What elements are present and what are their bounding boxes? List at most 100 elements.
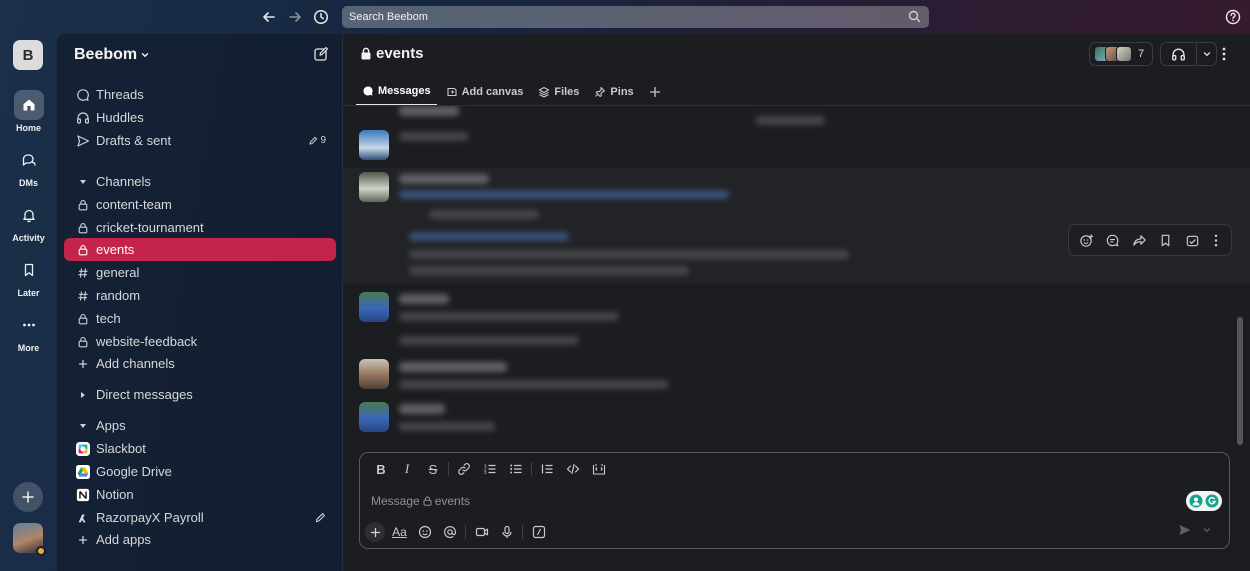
rail-item-later[interactable]: Later [0, 255, 57, 298]
blurred-link [409, 232, 569, 241]
history-clock-icon[interactable] [312, 8, 330, 26]
blurred-text [409, 266, 689, 275]
attach-plus-icon[interactable] [365, 522, 385, 542]
lock-icon [423, 496, 432, 506]
add-reaction-icon[interactable] [1079, 233, 1094, 248]
add-tab-button[interactable] [643, 78, 667, 106]
sidebar-item-drafts[interactable]: Drafts & sent 9 [64, 129, 336, 152]
layers-icon [539, 86, 550, 98]
italic-icon[interactable]: I [394, 459, 420, 479]
apps-section-header[interactable]: Apps [64, 414, 336, 437]
drafts-count-badge: 9 [309, 135, 326, 146]
sidebar-item-channel[interactable]: tech [64, 307, 336, 330]
channel-more-icon[interactable] [1219, 46, 1229, 62]
rail-label-dms: DMs [18, 178, 38, 188]
sidebar-item-huddles[interactable]: Huddles [64, 106, 336, 129]
channel-name: events [376, 45, 424, 62]
message-avatar [359, 130, 389, 160]
back-arrow-icon[interactable] [260, 8, 278, 26]
message-scrollbar[interactable] [1237, 317, 1243, 445]
user-avatar[interactable] [13, 523, 46, 556]
chevron-down-icon[interactable] [1197, 49, 1216, 59]
shortcuts-slash-icon[interactable] [526, 521, 551, 543]
code-icon[interactable] [560, 459, 586, 479]
video-icon[interactable] [469, 521, 494, 543]
text-format-toggle[interactable]: Aa [387, 521, 412, 543]
message-avatar [359, 292, 389, 322]
toolbar-divider [465, 525, 466, 539]
search-placeholder: Search Beebom [349, 11, 428, 23]
rail-item-more[interactable]: More [0, 310, 57, 353]
microphone-icon[interactable] [494, 521, 519, 543]
sidebar-item-channel[interactable]: general [64, 261, 336, 284]
compose-icon[interactable] [313, 46, 329, 62]
send-controls [1178, 523, 1212, 537]
direct-messages-section-header[interactable]: Direct messages [64, 383, 336, 406]
rail-item-dms[interactable]: DMs [0, 145, 57, 188]
code-block-icon[interactable] [586, 459, 612, 479]
blockquote-icon[interactable] [534, 459, 560, 479]
forward-arrow-icon[interactable] [286, 8, 304, 26]
mention-icon[interactable] [437, 521, 462, 543]
rail-item-home[interactable]: Home [0, 90, 57, 133]
sidebar-item-channel[interactable]: content-team [64, 193, 336, 216]
sidebar-item-app[interactable]: Slackbot [64, 437, 336, 460]
bullet-list-icon[interactable] [503, 459, 529, 479]
help-icon[interactable] [1225, 9, 1241, 25]
reply-thread-icon[interactable] [1105, 233, 1120, 248]
sidebar-item-threads[interactable]: Threads [64, 83, 336, 106]
bold-icon[interactable]: B [368, 459, 394, 479]
workspace-switcher-button[interactable]: B [13, 40, 43, 70]
channel-title-button[interactable]: events [360, 45, 424, 62]
sidebar-item-channel[interactable]: random [64, 284, 336, 307]
tab-files[interactable]: Files [532, 78, 585, 106]
add-apps-button[interactable]: Add apps [64, 528, 336, 551]
grammarly-icon[interactable] [1186, 491, 1222, 511]
add-channels-label: Add channels [96, 356, 175, 371]
svg-text:3: 3 [484, 470, 487, 475]
rail-item-activity[interactable]: Activity [0, 200, 57, 243]
sidebar-item-app[interactable]: RazorpayX Payroll [64, 506, 336, 529]
bookmark-icon[interactable] [1158, 233, 1173, 248]
workspace-rail: B Home DMs Activity Later More [0, 34, 57, 571]
google-drive-icon [76, 464, 90, 479]
add-apps-label: Add apps [96, 532, 151, 547]
tab-add-canvas[interactable]: Add canvas [440, 78, 530, 106]
canvas-icon [447, 87, 457, 97]
sidebar-item-channel[interactable]: website-feedback [64, 330, 336, 353]
plus-icon [76, 533, 90, 547]
lock-icon [76, 335, 90, 349]
add-to-list-icon[interactable] [1185, 233, 1200, 248]
blurred-text [399, 362, 507, 372]
sidebar-item-app[interactable]: Google Drive [64, 460, 336, 483]
more-actions-icon[interactable] [1211, 233, 1221, 248]
tab-messages[interactable]: Messages [356, 78, 437, 106]
sidebar-item-app[interactable]: Notion [64, 483, 336, 506]
channels-section-header[interactable]: Channels [64, 170, 336, 193]
add-workspace-button[interactable] [13, 482, 43, 512]
blurred-text [399, 336, 579, 345]
home-icon [13, 90, 44, 120]
huddle-button[interactable] [1160, 42, 1217, 66]
tab-label: Add canvas [461, 86, 524, 98]
strikethrough-icon[interactable]: S [420, 459, 446, 479]
headphones-icon[interactable] [1161, 43, 1197, 65]
formatting-toolbar: B I S 123 [368, 459, 612, 479]
tab-label: Files [554, 86, 580, 98]
sidebar-item-channel-active[interactable]: events [64, 238, 336, 261]
workspace-name-button[interactable]: Beebom [74, 46, 150, 64]
ordered-list-icon[interactable]: 123 [477, 459, 503, 479]
tab-pins[interactable]: Pins [588, 78, 639, 106]
sidebar-item-channel[interactable]: cricket-tournament [64, 216, 336, 239]
members-button[interactable]: 7 [1089, 42, 1153, 66]
edit-pencil-icon[interactable] [315, 512, 326, 523]
bell-icon [14, 200, 44, 230]
schedule-chevron-icon[interactable] [1202, 525, 1212, 535]
emoji-icon[interactable] [412, 521, 437, 543]
add-channels-button[interactable]: Add channels [64, 352, 336, 375]
send-icon[interactable] [1178, 523, 1192, 537]
message-input[interactable]: Message events [371, 494, 470, 508]
search-input[interactable]: Search Beebom [342, 6, 929, 28]
link-icon[interactable] [451, 459, 477, 479]
forward-icon[interactable] [1132, 233, 1147, 248]
